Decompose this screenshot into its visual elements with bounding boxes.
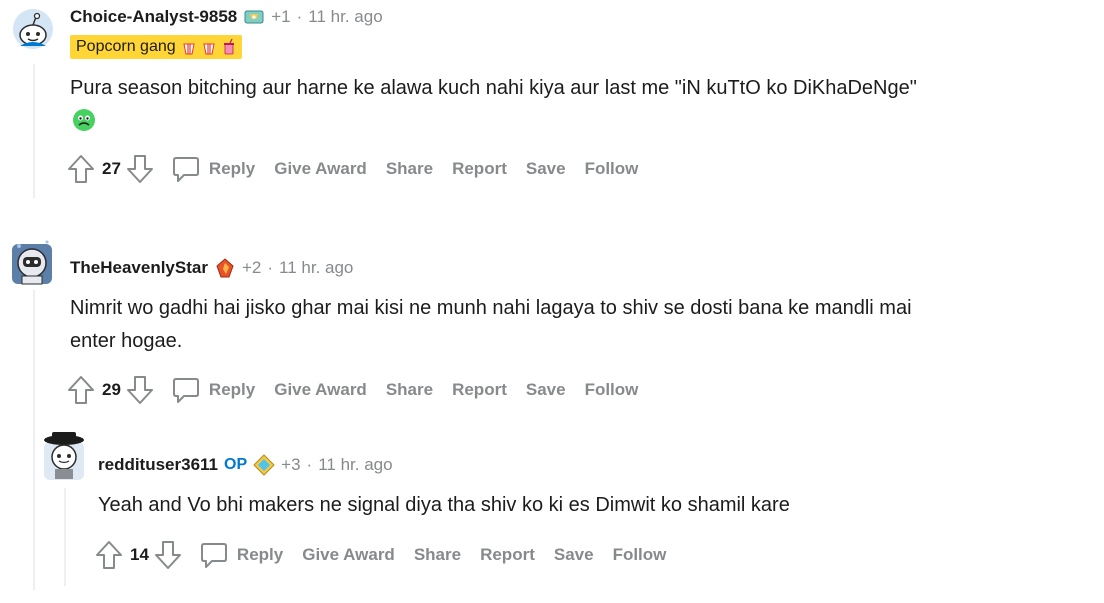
reply-button[interactable]: Reply: [237, 545, 283, 565]
timestamp[interactable]: 11 hr. ago: [279, 258, 353, 278]
comment-actions: 14 Reply Give Award Share Report Save Fo…: [94, 537, 666, 573]
vote-score: 29: [102, 380, 121, 399]
downvote-icon[interactable]: [125, 374, 155, 406]
follow-button[interactable]: Follow: [585, 380, 639, 400]
share-button[interactable]: Share: [386, 159, 433, 179]
downvote-icon[interactable]: [125, 153, 155, 185]
save-button[interactable]: Save: [526, 380, 566, 400]
comment-meta: TheHeavenlyStar +2 · 11 hr. ago: [70, 257, 353, 279]
fire-gem-award-icon[interactable]: [214, 257, 236, 279]
comment-body: Nimrit wo gadhi hai jisko ghar mai kisi …: [70, 292, 912, 358]
disgust-face-emoji: [73, 109, 95, 131]
report-button[interactable]: Report: [452, 380, 507, 400]
report-button[interactable]: Report: [480, 545, 535, 565]
comment-actions: 27 Reply Give Award Share Report Save Fo…: [66, 151, 638, 187]
comment-text: Pura season bitching aur harne ke alawa …: [70, 77, 917, 99]
karma-count: +1: [271, 7, 291, 26]
comment-body: Pura season bitching aur harne ke alawa …: [70, 72, 917, 105]
avatar[interactable]: [12, 8, 54, 50]
reply-bubble-icon[interactable]: [171, 375, 201, 405]
comment-text-line: enter hogae.: [70, 330, 183, 352]
avatar[interactable]: [40, 430, 88, 482]
username[interactable]: reddituser3611: [98, 455, 218, 475]
thread-line[interactable]: [64, 488, 66, 586]
save-button[interactable]: Save: [554, 545, 594, 565]
avatar[interactable]: [9, 236, 55, 286]
share-button[interactable]: Share: [414, 545, 461, 565]
diamond-award-icon[interactable]: [253, 454, 275, 476]
reply-button[interactable]: Reply: [209, 159, 255, 179]
popcorn-icon: [203, 43, 215, 55]
report-button[interactable]: Report: [452, 159, 507, 179]
vote-score: 27: [102, 159, 121, 178]
follow-button[interactable]: Follow: [585, 159, 639, 179]
flair-text: Popcorn gang: [76, 38, 176, 55]
upvote-icon[interactable]: [66, 153, 96, 185]
comment-body: Yeah and Vo bhi makers ne signal diya th…: [98, 489, 790, 522]
reply-bubble-icon[interactable]: [171, 154, 201, 184]
upvote-icon[interactable]: [94, 539, 124, 571]
timestamp[interactable]: 11 hr. ago: [308, 7, 382, 27]
comment-meta: Choice-Analyst-9858 +1 · 11 hr. ago: [70, 6, 383, 28]
downvote-icon[interactable]: [153, 539, 183, 571]
user-flair: Popcorn gang: [70, 35, 242, 59]
give-award-button[interactable]: Give Award: [274, 380, 367, 400]
thread-line[interactable]: [33, 64, 35, 198]
comment-text-line: Nimrit wo gadhi hai jisko ghar mai kisi …: [70, 297, 912, 319]
popcorn-icon: [183, 43, 195, 55]
comment-meta: reddituser3611 OP +3 · 11 hr. ago: [98, 454, 393, 476]
karma-count: +2: [241, 258, 262, 277]
separator: ·: [306, 455, 313, 474]
thread-line[interactable]: [33, 290, 35, 590]
reply-bubble-icon[interactable]: [199, 540, 229, 570]
separator: ·: [296, 7, 303, 26]
username[interactable]: Choice-Analyst-9858: [70, 7, 237, 27]
drink-cup-icon: [223, 39, 234, 55]
upvote-icon[interactable]: [66, 374, 96, 406]
username[interactable]: TheHeavenlyStar: [70, 258, 208, 278]
comment-actions: 29 Reply Give Award Share Report Save Fo…: [66, 372, 638, 408]
follow-button[interactable]: Follow: [613, 545, 667, 565]
timestamp[interactable]: 11 hr. ago: [318, 455, 392, 475]
vote-score: 14: [130, 545, 149, 564]
separator: ·: [267, 258, 274, 277]
reply-button[interactable]: Reply: [209, 380, 255, 400]
karma-count: +3: [281, 455, 301, 474]
comment-text: Yeah and Vo bhi makers ne signal diya th…: [98, 494, 790, 516]
trophy-award-icon[interactable]: [243, 6, 265, 28]
op-badge: OP: [224, 456, 248, 473]
give-award-button[interactable]: Give Award: [302, 545, 395, 565]
give-award-button[interactable]: Give Award: [274, 159, 367, 179]
save-button[interactable]: Save: [526, 159, 566, 179]
share-button[interactable]: Share: [386, 380, 433, 400]
